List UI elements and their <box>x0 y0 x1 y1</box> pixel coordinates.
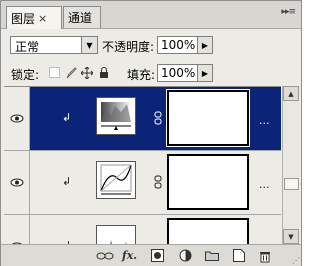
more-ellipsis-icon: ... <box>259 114 270 127</box>
more-ellipsis-icon: ... <box>259 178 270 191</box>
visibility-eye-icon[interactable] <box>4 151 30 214</box>
lock-position-icon[interactable] <box>80 66 93 79</box>
clipping-arrow-icon: ↲ <box>62 175 72 188</box>
panel-menu-icon[interactable]: ▸▸≡ <box>281 7 296 17</box>
chevron-down-icon[interactable]: ▼ <box>81 37 97 53</box>
tab-channels[interactable]: 通道 <box>63 6 101 28</box>
link-layers-icon[interactable] <box>96 248 114 263</box>
layer-mask-thumbnail[interactable] <box>167 218 249 245</box>
lock-all-icon[interactable] <box>97 66 110 79</box>
curves-adjustment-icon[interactable] <box>96 161 136 199</box>
opacity-value: 100% <box>161 38 196 52</box>
blend-mode-value: 正常 <box>15 40 40 54</box>
layer-row[interactable]: ↲ <box>4 215 281 245</box>
levels-adjustment-icon[interactable] <box>96 97 136 135</box>
new-layer-icon[interactable] <box>233 248 245 263</box>
layer-row[interactable]: ↲ ... <box>4 87 281 151</box>
clipping-arrow-icon: ↲ <box>62 111 72 124</box>
fill-arrow-icon[interactable]: ▶ <box>197 65 212 81</box>
blend-opacity-row: 正常 ▼ 不透明度: 100% ▶ <box>1 29 301 59</box>
visibility-eye-icon[interactable] <box>4 215 30 245</box>
layers-list: ↲ ... ↲ ... <box>4 86 281 245</box>
tab-layers[interactable]: 图层 × <box>6 6 62 29</box>
fill-label: 填充: <box>127 68 156 82</box>
scroll-thumb[interactable] <box>284 178 299 190</box>
link-chain-icon[interactable] <box>154 175 162 192</box>
fill-value: 100% <box>161 66 196 80</box>
layer-row[interactable]: ↲ ... <box>4 151 281 215</box>
layers-scrollbar[interactable]: ▲ ▼ <box>282 86 299 244</box>
adjustment-layer-icon[interactable] <box>179 248 192 263</box>
fill-input[interactable]: 100% ▶ <box>157 64 213 82</box>
layers-bottom-bar: fx. ⋰ <box>1 244 301 266</box>
lock-image-icon[interactable] <box>64 66 77 79</box>
opacity-input[interactable]: 100% ▶ <box>157 36 213 54</box>
visibility-eye-icon[interactable] <box>4 87 30 150</box>
add-mask-icon[interactable] <box>151 248 164 263</box>
link-chain-icon[interactable] <box>154 111 162 128</box>
layers-panel: 图层 × 通道 ▸▸≡ 正常 ▼ 不透明度: 100% ▶ 锁定: 填充: 10… <box>0 0 302 266</box>
opacity-label: 不透明度: <box>102 40 155 54</box>
tab-channels-label: 通道 <box>68 11 93 25</box>
scroll-down-icon[interactable]: ▼ <box>283 229 299 244</box>
group-folder-icon[interactable] <box>205 248 219 263</box>
histogram-adjustment-icon[interactable] <box>96 225 136 245</box>
opacity-arrow-icon[interactable]: ▶ <box>197 37 212 53</box>
tab-close-icon[interactable]: × <box>38 12 47 25</box>
lock-transparent-icon[interactable] <box>48 66 61 79</box>
layer-mask-thumbnail[interactable] <box>166 89 250 147</box>
fx-button[interactable]: fx. <box>122 248 137 263</box>
blend-mode-select[interactable]: 正常 ▼ <box>10 36 98 54</box>
lock-label: 锁定: <box>11 68 40 82</box>
panel-tab-bar: 图层 × 通道 ▸▸≡ <box>1 1 301 29</box>
scroll-up-icon[interactable]: ▲ <box>283 86 299 101</box>
tab-layers-label: 图层 <box>11 11 36 26</box>
delete-trash-icon[interactable] <box>259 248 271 263</box>
lock-fill-row: 锁定: 填充: 100% ▶ <box>1 60 301 86</box>
layer-mask-thumbnail[interactable] <box>167 154 249 210</box>
resize-grip-icon[interactable]: ⋰ <box>292 256 300 265</box>
